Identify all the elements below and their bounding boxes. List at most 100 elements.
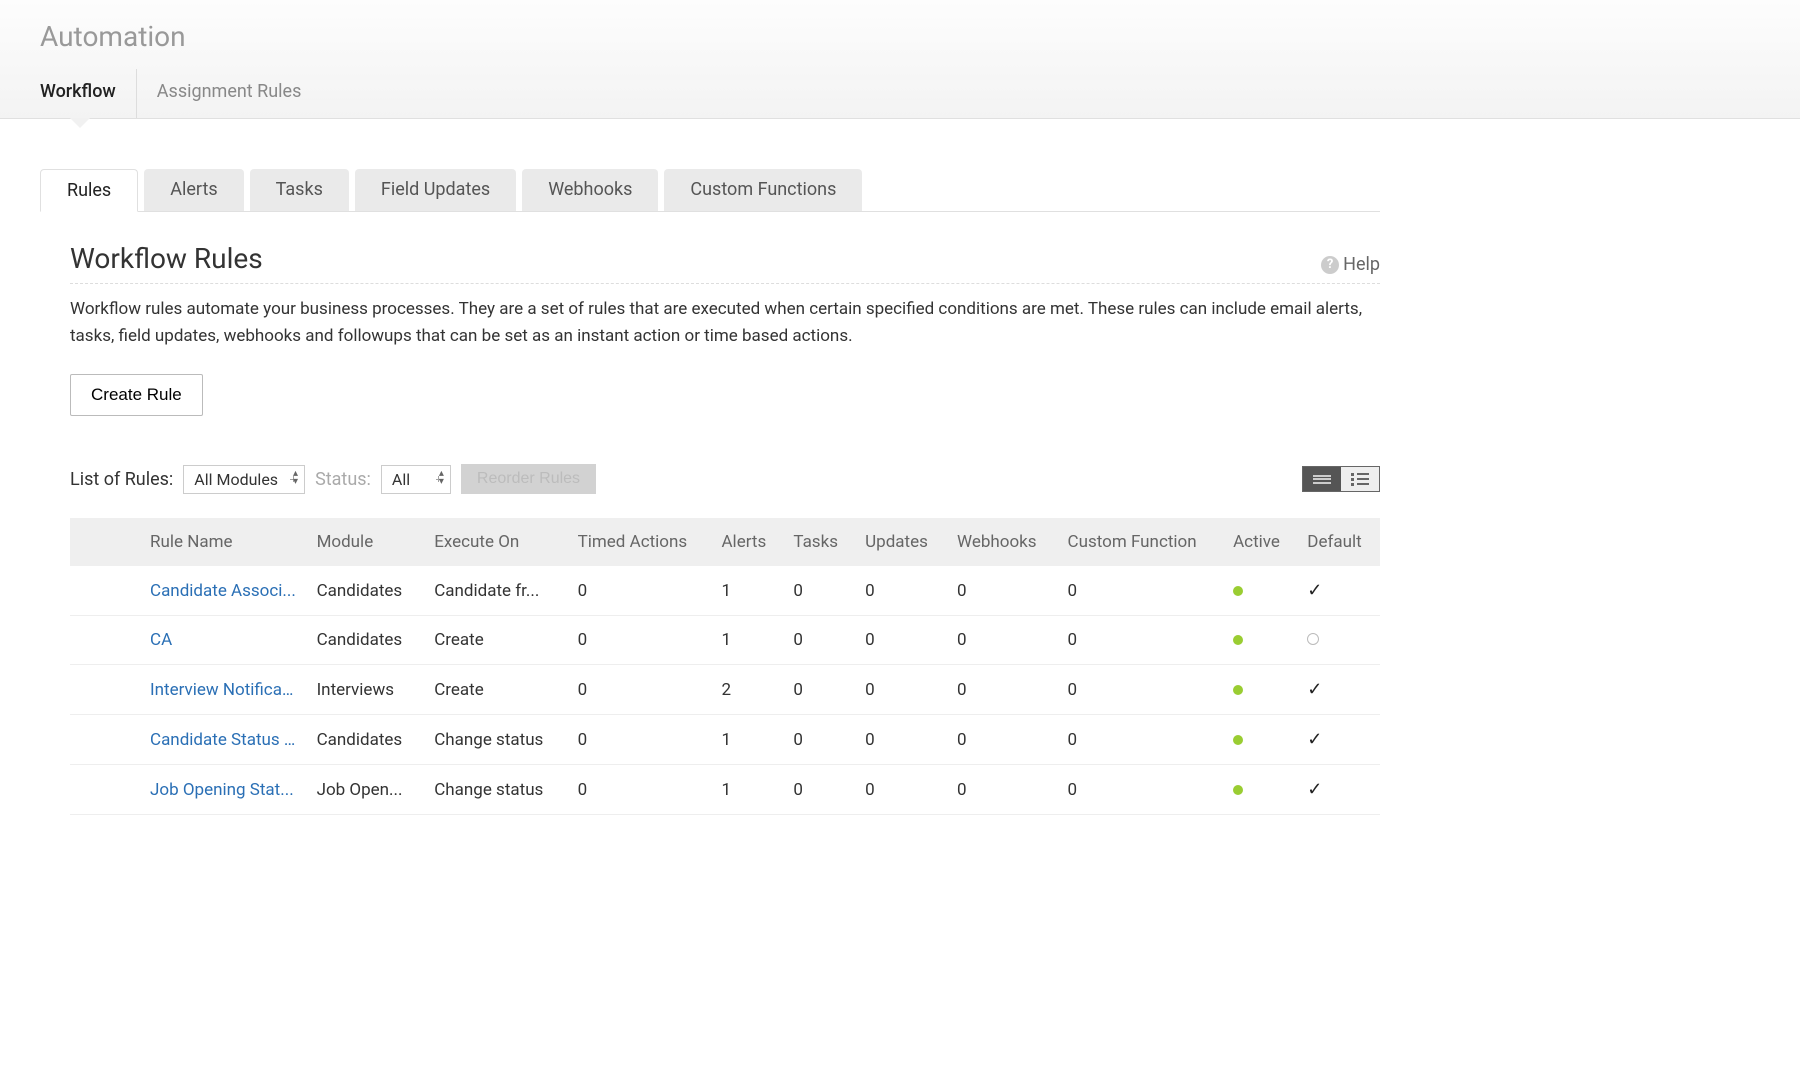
cell-custom: 0 (1058, 566, 1224, 616)
tab-workflow[interactable]: Workflow (40, 69, 136, 118)
cell-default[interactable]: ✓ (1297, 765, 1380, 815)
cell-custom: 0 (1058, 765, 1224, 815)
module-select-value: All Modules (194, 470, 278, 489)
table-row: CACandidatesCreate010000 (70, 616, 1380, 665)
cell-updates: 0 (855, 665, 947, 715)
status-select[interactable]: All ▴▾ (381, 465, 451, 494)
cell-active[interactable] (1223, 566, 1297, 616)
active-dot-icon (1233, 685, 1243, 695)
cell-updates: 0 (855, 566, 947, 616)
cell-custom: 0 (1058, 616, 1224, 665)
tab-assignment-rules[interactable]: Assignment Rules (136, 69, 322, 118)
reorder-rules-button[interactable]: Reorder Rules (461, 464, 596, 494)
cell-tasks: 0 (783, 715, 855, 765)
cell-webhooks: 0 (947, 566, 1058, 616)
sub-tabs: Rules Alerts Tasks Field Updates Webhook… (40, 169, 1380, 212)
cell-alerts: 2 (711, 665, 783, 715)
col-custom-function: Custom Function (1058, 518, 1224, 566)
col-execute-on: Execute On (424, 518, 567, 566)
create-rule-button[interactable]: Create Rule (70, 374, 203, 416)
cell-webhooks: 0 (947, 616, 1058, 665)
cell-active[interactable] (1223, 665, 1297, 715)
chevron-updown-icon: ▴▾ (293, 470, 298, 486)
chevron-updown-icon: ▴▾ (439, 470, 444, 486)
cell-module: Interviews (307, 665, 425, 715)
cell-module: Candidates (307, 566, 425, 616)
row-blank (70, 566, 140, 616)
section-workflow-rules: Workflow Rules ? Help Workflow rules aut… (40, 212, 1380, 815)
view-toggle (1302, 466, 1380, 492)
cell-active[interactable] (1223, 616, 1297, 665)
active-dot-icon (1233, 735, 1243, 745)
cell-default[interactable]: ✓ (1297, 715, 1380, 765)
status-label: Status: (315, 469, 371, 490)
check-icon: ✓ (1307, 679, 1322, 700)
table-row: Candidate Status ...CandidatesChange sta… (70, 715, 1380, 765)
check-icon: ✓ (1307, 779, 1322, 800)
col-updates: Updates (855, 518, 947, 566)
rule-name-link[interactable]: Candidate Associ... (140, 566, 307, 616)
table-body: Candidate Associ...CandidatesCandidate f… (70, 566, 1380, 815)
rule-name-link[interactable]: CA (140, 616, 307, 665)
cell-alerts: 1 (711, 765, 783, 815)
cell-alerts: 1 (711, 715, 783, 765)
rule-name-link[interactable]: Candidate Status ... (140, 715, 307, 765)
status-select-value: All (392, 470, 410, 489)
subtab-webhooks[interactable]: Webhooks (522, 169, 658, 211)
subtab-field-updates[interactable]: Field Updates (355, 169, 516, 211)
cell-webhooks: 0 (947, 665, 1058, 715)
row-blank (70, 715, 140, 765)
view-detail-button[interactable] (1341, 467, 1379, 491)
subtab-custom-functions[interactable]: Custom Functions (664, 169, 862, 211)
rule-name-link[interactable]: Job Opening Stat... (140, 765, 307, 815)
cell-execute-on: Create (424, 616, 567, 665)
col-webhooks: Webhooks (947, 518, 1058, 566)
cell-execute-on: Create (424, 665, 567, 715)
cell-module: Job Open... (307, 765, 425, 815)
table-row: Interview Notificat...InterviewsCreate02… (70, 665, 1380, 715)
module-select[interactable]: All Modules ▴▾ (183, 465, 305, 494)
cell-active[interactable] (1223, 765, 1297, 815)
check-icon: ✓ (1307, 729, 1322, 750)
col-alerts: Alerts (711, 518, 783, 566)
cell-active[interactable] (1223, 715, 1297, 765)
table-row: Candidate Associ...CandidatesCandidate f… (70, 566, 1380, 616)
cell-default[interactable]: ✓ (1297, 566, 1380, 616)
row-blank (70, 765, 140, 815)
active-tab-pointer (70, 118, 90, 128)
cell-custom: 0 (1058, 665, 1224, 715)
list-detail-icon (1351, 473, 1369, 486)
cell-timed: 0 (568, 765, 712, 815)
active-dot-icon (1233, 635, 1243, 645)
table-row: Job Opening Stat...Job Open...Change sta… (70, 765, 1380, 815)
cell-default[interactable]: ✓ (1297, 665, 1380, 715)
content-area: Rules Alerts Tasks Field Updates Webhook… (0, 129, 1420, 855)
cell-timed: 0 (568, 616, 712, 665)
cell-updates: 0 (855, 765, 947, 815)
active-dot-icon (1233, 785, 1243, 795)
rule-name-link[interactable]: Interview Notificat... (140, 665, 307, 715)
subtab-alerts[interactable]: Alerts (144, 169, 243, 211)
help-icon: ? (1321, 256, 1339, 274)
cell-execute-on: Candidate fr... (424, 566, 567, 616)
cell-updates: 0 (855, 715, 947, 765)
subtab-rules[interactable]: Rules (40, 169, 138, 212)
section-title: Workflow Rules (70, 242, 263, 275)
col-active: Active (1223, 518, 1297, 566)
cell-default[interactable] (1297, 616, 1380, 665)
view-list-button[interactable] (1303, 467, 1341, 491)
page-title: Automation (40, 20, 1760, 53)
cell-module: Candidates (307, 616, 425, 665)
col-tasks: Tasks (783, 518, 855, 566)
col-default: Default (1297, 518, 1380, 566)
subtab-tasks[interactable]: Tasks (250, 169, 349, 211)
cell-timed: 0 (568, 715, 712, 765)
cell-tasks: 0 (783, 665, 855, 715)
cell-execute-on: Change status (424, 765, 567, 815)
help-link[interactable]: ? Help (1321, 254, 1380, 275)
cell-webhooks: 0 (947, 715, 1058, 765)
rules-table: Rule Name Module Execute On Timed Action… (70, 518, 1380, 815)
list-lines-icon (1313, 473, 1331, 485)
cell-alerts: 1 (711, 566, 783, 616)
row-blank (70, 665, 140, 715)
